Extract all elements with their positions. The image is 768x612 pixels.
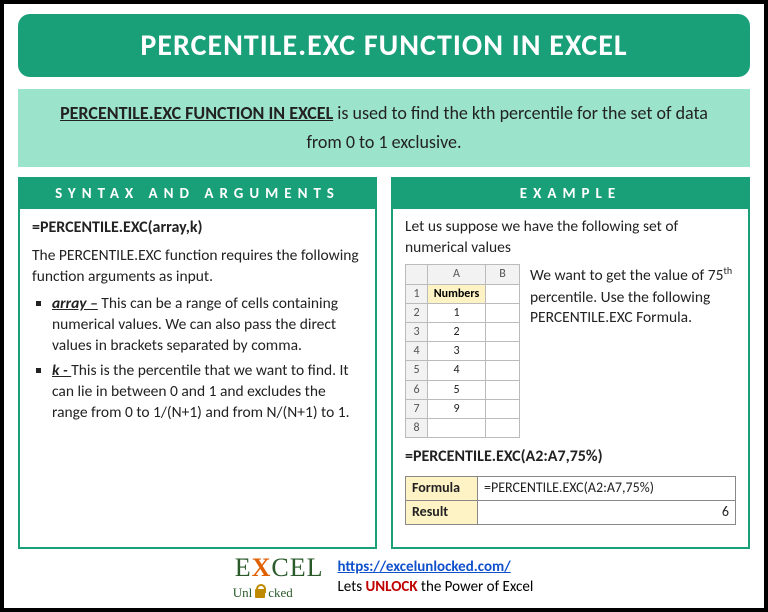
list-item: k - This is the percentile that we want … [52,361,363,424]
intro-description: PERCENTILE.EXC FUNCTION IN EXCEL is used… [18,89,750,167]
footer-text: https://excelunlocked.com/ Lets UNLOCK t… [338,558,534,597]
result-label: Result [406,500,478,524]
footer-link[interactable]: https://excelunlocked.com/ [338,558,511,576]
result-formula-label: Formula [406,476,478,500]
sheet-cell: 5 [428,380,486,399]
page-title: PERCENTILE.EXC FUNCTION IN EXCEL [18,14,750,77]
sheet-cell: 2 [428,323,486,342]
content-columns: SYNTAX AND ARGUMENTS =PERCENTILE.EXC(arr… [18,177,750,549]
result-formula-value: =PERCENTILE.EXC(A2:A7,75%) [478,476,736,500]
sheet-cell: 9 [428,399,486,418]
syntax-body: =PERCENTILE.EXC(array,k) The PERCENTILE.… [20,209,375,438]
sheet-col-header: Numbers [428,284,486,303]
sheet-cell: 1 [428,303,486,322]
sheet-cell: 3 [428,342,486,361]
footer: EXCEL Unlcked https://excelunlocked.com/… [18,549,750,602]
args-list: array – This can be a range of cells con… [32,294,363,424]
mini-spreadsheet: AB 1Numbers 21 32 43 54 65 79 8 [405,264,520,438]
logo-subtext: Unlcked [233,585,293,600]
result-table: Formula =PERCENTILE.EXC(A2:A7,75%) Resul… [405,476,736,525]
example-header: EXAMPLE [393,179,748,209]
logo: EXCEL Unlcked [235,553,324,602]
syntax-lead: The PERCENTILE.EXC function requires the… [32,246,363,288]
example-formula: =PERCENTILE.EXC(A2:A7,75%) [405,446,736,468]
arg-name-k: k - [52,361,71,380]
syntax-formula: =PERCENTILE.EXC(array,k) [32,217,363,239]
list-item: array – This can be a range of cells con… [52,294,363,357]
example-lead: Let us suppose we have the following set… [405,217,736,259]
example-want-text: We want to get the value of 75th percent… [530,264,736,329]
sheet-cell: 4 [428,361,486,380]
result-value: 6 [478,500,736,524]
lock-icon [253,584,267,598]
intro-rest: is used to find the kth percentile for t… [306,102,707,153]
intro-bold: PERCENTILE.EXC FUNCTION IN EXCEL [60,102,333,124]
syntax-panel: SYNTAX AND ARGUMENTS =PERCENTILE.EXC(arr… [18,177,377,549]
example-row: AB 1Numbers 21 32 43 54 65 79 8 We want … [405,264,736,438]
arg-desc-k: This is the percentile that we want to f… [52,361,350,422]
syntax-header: SYNTAX AND ARGUMENTS [20,179,375,209]
arg-name-array: array – [52,294,98,313]
example-panel: EXAMPLE Let us suppose we have the follo… [391,177,750,549]
example-body: Let us suppose we have the following set… [393,209,748,535]
logo-text: EXCEL [235,553,324,582]
